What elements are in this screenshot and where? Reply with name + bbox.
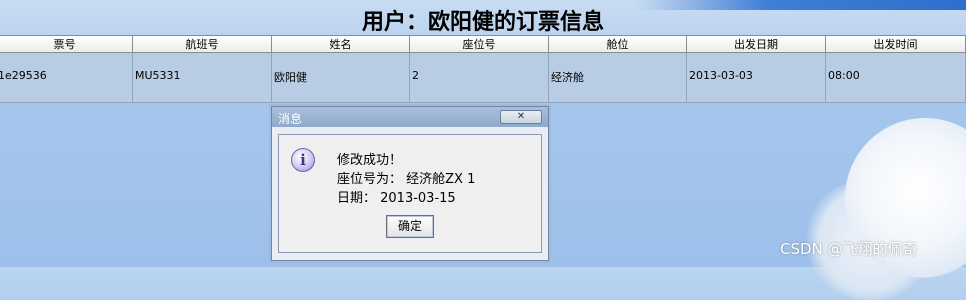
ticket-table: 票号 航班号 姓名 座位号 舱位 出发日期 出发时间 1e29536 MU533… (0, 35, 966, 103)
page-title: 用户：欧阳健的订票信息 (361, 10, 604, 35)
cell-ticket-no[interactable]: 1e29536 (0, 53, 133, 103)
cell-cabin[interactable]: 经济舱 (549, 53, 687, 103)
dialog-title: 消息 (278, 112, 303, 126)
message-line-1: 修改成功！ (337, 153, 403, 168)
table-row[interactable]: 1e29536 MU5331 欧阳健 2 经济舱 2013-03-03 08:0… (0, 53, 966, 103)
cell-name[interactable]: 欧阳健 (272, 53, 410, 103)
message-line-3: 日期： 2013-03-15 (337, 191, 456, 206)
watermark: CSDN @飞翔的佩奇 (780, 240, 918, 258)
cell-departure-date[interactable]: 2013-03-03 (687, 53, 826, 103)
message-dialog: 消息 ✕ i 修改成功！ 座位号为： 经济舱ZX 1 日期： 2013-03-1… (271, 106, 549, 261)
column-header-ticket-no[interactable]: 票号 (0, 35, 133, 53)
column-header-cabin[interactable]: 舱位 (549, 35, 687, 53)
dialog-title-bar[interactable]: 消息 ✕ (272, 107, 548, 127)
column-header-departure-date[interactable]: 出发日期 (687, 35, 826, 53)
message-line-2: 座位号为： 经济舱ZX 1 (337, 172, 476, 187)
column-header-seat-no[interactable]: 座位号 (410, 35, 549, 53)
information-icon: i (291, 148, 315, 172)
column-header-flight-no[interactable]: 航班号 (133, 35, 272, 53)
close-button[interactable]: ✕ (500, 110, 542, 124)
cell-departure-time[interactable]: 08:00 (826, 53, 966, 103)
table-header: 票号 航班号 姓名 座位号 舱位 出发日期 出发时间 (0, 35, 966, 53)
dialog-content: i 修改成功！ 座位号为： 经济舱ZX 1 日期： 2013-03-15 确定 (278, 134, 542, 253)
cell-seat-no[interactable]: 2 (410, 53, 549, 103)
column-header-name[interactable]: 姓名 (272, 35, 410, 53)
ok-button[interactable]: 确定 (386, 215, 434, 238)
column-header-departure-time[interactable]: 出发时间 (826, 35, 966, 53)
cell-flight-no[interactable]: MU5331 (133, 53, 272, 103)
close-icon: ✕ (516, 111, 526, 122)
